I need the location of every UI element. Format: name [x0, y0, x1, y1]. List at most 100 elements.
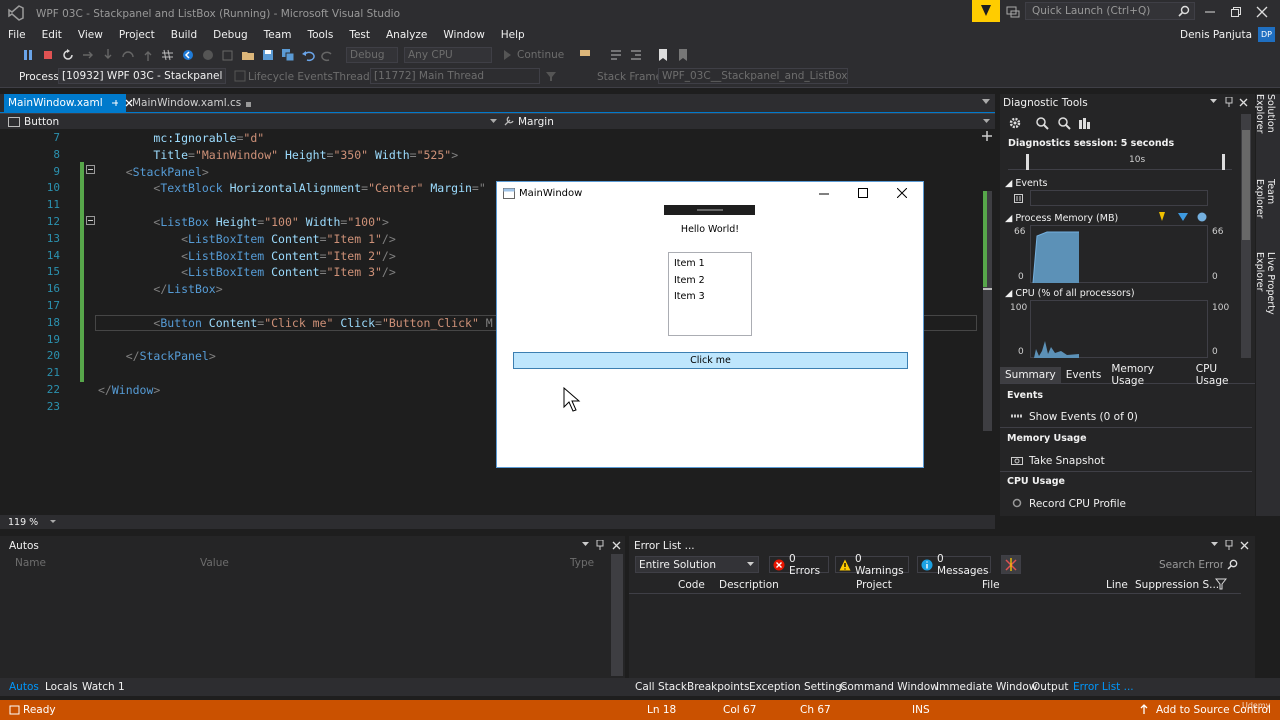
code-line[interactable]: <ListBoxItem Content="Item 2"/> — [98, 249, 396, 263]
tab-watch-1[interactable]: Watch 1 — [82, 681, 125, 693]
build-intellisense-filter-icon[interactable] — [1001, 555, 1021, 574]
cpu-graph[interactable] — [1030, 300, 1208, 358]
reset-view-icon[interactable] — [1077, 116, 1091, 130]
threads-icon[interactable] — [161, 48, 175, 62]
tab-output[interactable]: Output — [1032, 681, 1068, 693]
code-line[interactable]: <ListBoxItem Content="Item 3"/> — [98, 265, 396, 279]
undo-icon[interactable] — [301, 48, 315, 62]
code-line[interactable]: </StackPanel> — [98, 349, 216, 363]
code-line[interactable]: <ListBox Height="100" Width="100"> — [98, 215, 388, 229]
warnings-filter-button[interactable]: 0 Warnings — [835, 553, 909, 577]
bookmark-prev-icon[interactable] — [676, 48, 690, 62]
code-line[interactable]: <StackPanel> — [98, 165, 209, 179]
listbox[interactable]: Item 1 Item 2 Item 3 — [668, 252, 752, 336]
nav-member-dropdown[interactable]: Margin — [518, 116, 554, 128]
show-events-link[interactable]: Show Events (0 of 0) — [1029, 411, 1138, 423]
bookmark-icon[interactable] — [656, 48, 670, 62]
zoom-in-icon[interactable] — [1035, 116, 1049, 130]
debug-in-app-toolbar[interactable] — [664, 205, 755, 215]
menu-test[interactable]: Test — [341, 29, 378, 41]
app-minimize-button[interactable] — [819, 189, 829, 199]
tab-breakpoints[interactable]: Breakpoints — [687, 681, 750, 693]
tab-immediate-window[interactable]: Immediate Window — [936, 681, 1037, 693]
nav-dropdown2-arrow-icon[interactable] — [983, 119, 990, 124]
search-error-input[interactable]: Search Error L — [1159, 556, 1241, 573]
record-cpu-profile-link[interactable]: Record CPU Profile — [1029, 498, 1126, 510]
thread-dropdown[interactable]: [11772] Main Thread — [370, 68, 540, 84]
rail-live-property-explorer[interactable]: Live Property Explorer — [1254, 252, 1276, 352]
tab-mainwindow-xaml-cs[interactable]: MainWindow.xaml.cs — [132, 94, 252, 112]
menu-tools[interactable]: Tools — [299, 29, 341, 41]
tab-exception-settings[interactable]: Exception Settings — [749, 681, 847, 693]
tab-command-window[interactable]: Command Window — [840, 681, 939, 693]
indent-icon[interactable] — [629, 48, 643, 62]
filter-icon[interactable] — [545, 70, 557, 82]
open-folder-icon[interactable] — [241, 48, 255, 62]
navigate-back-icon[interactable] — [181, 48, 195, 62]
nav-dropdown-arrow-icon[interactable] — [490, 119, 497, 124]
diag-dropdown-icon[interactable] — [1210, 99, 1217, 104]
feedback-icon[interactable] — [1006, 5, 1020, 19]
minimize-button[interactable] — [1204, 6, 1216, 18]
timeline-ruler[interactable]: 10s — [1008, 152, 1232, 170]
diag-close-icon[interactable] — [1239, 98, 1248, 107]
settings-gear-icon[interactable] — [1008, 116, 1022, 130]
diag-pin-icon[interactable] — [1225, 97, 1233, 107]
col-suppression[interactable]: Suppression S... — [1135, 579, 1219, 591]
timeline-start-handle[interactable] — [1026, 154, 1029, 170]
zoom-out-icon[interactable] — [1057, 116, 1071, 130]
col-code[interactable]: Code — [678, 579, 705, 591]
save-all-icon[interactable] — [281, 48, 295, 62]
memory-graph[interactable] — [1030, 225, 1208, 284]
tab-locals[interactable]: Locals — [45, 681, 78, 693]
autos-dropdown-icon[interactable] — [582, 542, 589, 547]
col-description[interactable]: Description — [719, 579, 779, 591]
redo-icon[interactable] — [321, 48, 335, 62]
list-item[interactable]: Item 1 — [674, 256, 746, 273]
menu-view[interactable]: View — [70, 29, 111, 41]
zoom-dropdown[interactable]: 119 % — [8, 517, 38, 528]
errors-filter-button[interactable]: 0 Errors — [769, 553, 829, 577]
menu-help[interactable]: Help — [493, 29, 533, 41]
user-name[interactable]: Denis Panjuta — [1180, 29, 1252, 41]
step-over-icon[interactable] — [121, 48, 135, 62]
code-line[interactable]: <ListBoxItem Content="Item 1"/> — [98, 232, 396, 246]
step-into-icon[interactable] — [101, 48, 115, 62]
diag-scrollbar-thumb[interactable] — [1242, 130, 1250, 240]
scope-dropdown[interactable]: Entire Solution — [635, 556, 759, 573]
code-line[interactable]: </Window> — [98, 383, 160, 397]
avatar[interactable]: DP — [1258, 27, 1275, 42]
continue-button[interactable]: Continue — [517, 49, 564, 61]
menu-team[interactable]: Team — [256, 29, 300, 41]
tab-memory-usage[interactable]: Memory Usage — [1106, 361, 1190, 389]
app-maximize-button[interactable] — [858, 188, 868, 198]
menu-edit[interactable]: Edit — [34, 29, 70, 41]
app-close-button[interactable] — [897, 188, 907, 198]
tab-mainwindow-xaml[interactable]: MainWindow.xaml — [4, 94, 133, 112]
menu-file[interactable]: File — [0, 29, 34, 41]
rail-team-explorer[interactable]: Team Explorer — [1254, 179, 1276, 243]
tab-overflow-icon[interactable] — [982, 99, 990, 105]
menu-debug[interactable]: Debug — [205, 29, 256, 41]
column-filter-icon[interactable] — [1215, 578, 1227, 590]
pause-icon[interactable] — [21, 48, 35, 62]
comment-icon[interactable] — [609, 48, 623, 62]
process-dropdown[interactable]: [10932] WPF 03C - Stackpanel anc — [58, 68, 226, 84]
continue-play-icon[interactable] — [500, 48, 514, 62]
quick-launch-input[interactable]: Quick Launch (Ctrl+Q) — [1025, 2, 1195, 20]
errors-pin-icon[interactable] — [1225, 540, 1233, 550]
menu-project[interactable]: Project — [111, 29, 163, 41]
rail-solution-explorer[interactable]: Solution Explorer — [1254, 94, 1276, 169]
click-me-button[interactable]: Click me — [513, 352, 908, 369]
save-icon[interactable] — [261, 48, 275, 62]
errors-close-icon[interactable] — [1240, 541, 1249, 550]
col-project[interactable]: Project — [856, 579, 892, 591]
code-line[interactable]: Title="MainWindow" Height="350" Width="5… — [98, 148, 458, 162]
tab-error-list[interactable]: Error List ... — [1073, 681, 1134, 693]
autos-col-value[interactable]: Value — [200, 557, 229, 569]
autos-scrollbar[interactable] — [611, 554, 623, 676]
code-line[interactable]: <TextBlock HorizontalAlignment="Center" … — [98, 181, 485, 195]
notification-flag-icon[interactable] — [972, 0, 1000, 22]
col-file[interactable]: File — [982, 579, 1000, 591]
close-window-button[interactable] — [1256, 6, 1268, 18]
